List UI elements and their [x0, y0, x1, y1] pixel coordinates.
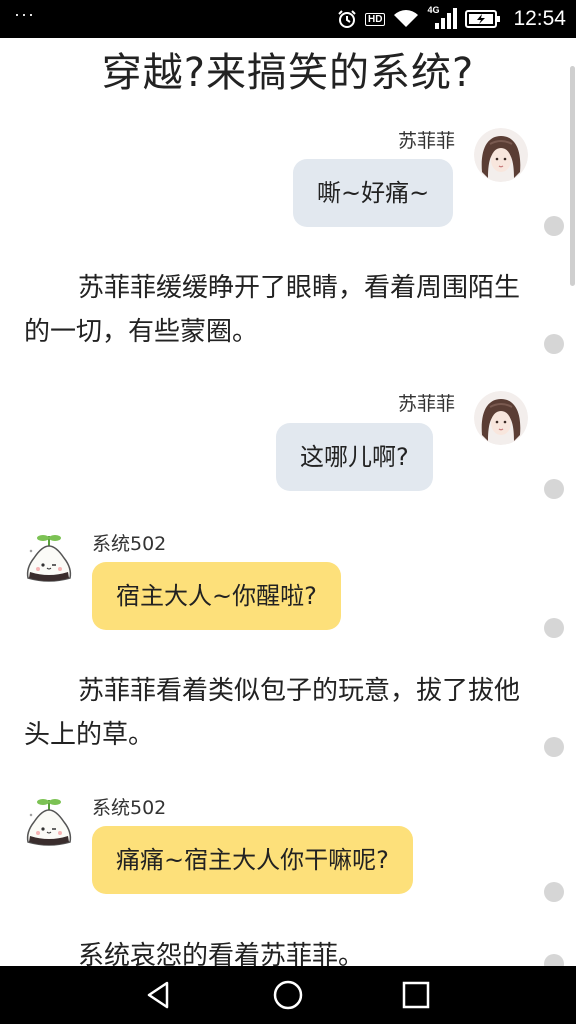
- narration-paragraph: 苏菲菲缓缓睁开了眼睛，看着周围陌生的一切，有些蒙圈。: [24, 273, 521, 347]
- speaker-name: 系统502: [92, 797, 167, 819]
- chat-bubble: 这哪儿啊?: [276, 423, 433, 491]
- battery-icon: [465, 10, 501, 28]
- navigation-bar: [0, 966, 576, 1024]
- speaker-name: 系统502: [92, 533, 167, 555]
- comment-dot[interactable]: [544, 334, 564, 354]
- comment-dot[interactable]: [544, 479, 564, 499]
- speaker-name: 苏菲菲: [398, 130, 456, 152]
- rice-ball-avatar-icon[interactable]: [22, 796, 76, 850]
- girl-avatar-icon[interactable]: [474, 391, 528, 445]
- speaker-name: 苏菲菲: [398, 393, 456, 415]
- clock: 12:54: [513, 7, 566, 30]
- triangle-back-icon[interactable]: [142, 978, 176, 1012]
- comment-dot[interactable]: [544, 737, 564, 757]
- signal-icon: 4G: [427, 5, 458, 31]
- narration-paragraph: 系统哀怨的看着苏菲菲。: [78, 941, 365, 966]
- scrollbar[interactable]: [570, 66, 575, 286]
- circle-home-icon[interactable]: [271, 978, 305, 1012]
- wifi-icon: [394, 10, 419, 27]
- comment-dot[interactable]: [544, 618, 564, 638]
- comment-dot[interactable]: [544, 882, 564, 902]
- comment-dot[interactable]: [544, 954, 564, 966]
- rice-ball-avatar-icon[interactable]: [22, 532, 76, 586]
- hd-icon: HD: [364, 12, 386, 26]
- girl-avatar-icon[interactable]: [474, 128, 528, 182]
- chat-bubble: 痛痛~宿主大人你干嘛呢?: [92, 826, 413, 894]
- chat-bubble: 嘶~好痛~: [293, 159, 454, 227]
- status-bar: ··· HD 4G 12:54: [0, 0, 576, 38]
- page-title: 穿越?来搞笑的系统?: [101, 50, 475, 96]
- alarm-icon: [338, 10, 356, 28]
- story-reader[interactable]: 穿越?来搞笑的系统? 苏菲菲 嘶~好痛~ 苏菲菲缓缓睁开了眼睛，看着周围陌生的一…: [0, 38, 576, 966]
- square-recents-icon[interactable]: [399, 978, 433, 1012]
- menu-dots-icon[interactable]: ···: [14, 4, 35, 25]
- chat-bubble: 宿主大人~你醒啦?: [92, 562, 341, 630]
- comment-dot[interactable]: [544, 216, 564, 236]
- narration-paragraph: 苏菲菲看着类似包子的玩意，拔了拔他头上的草。: [24, 676, 521, 750]
